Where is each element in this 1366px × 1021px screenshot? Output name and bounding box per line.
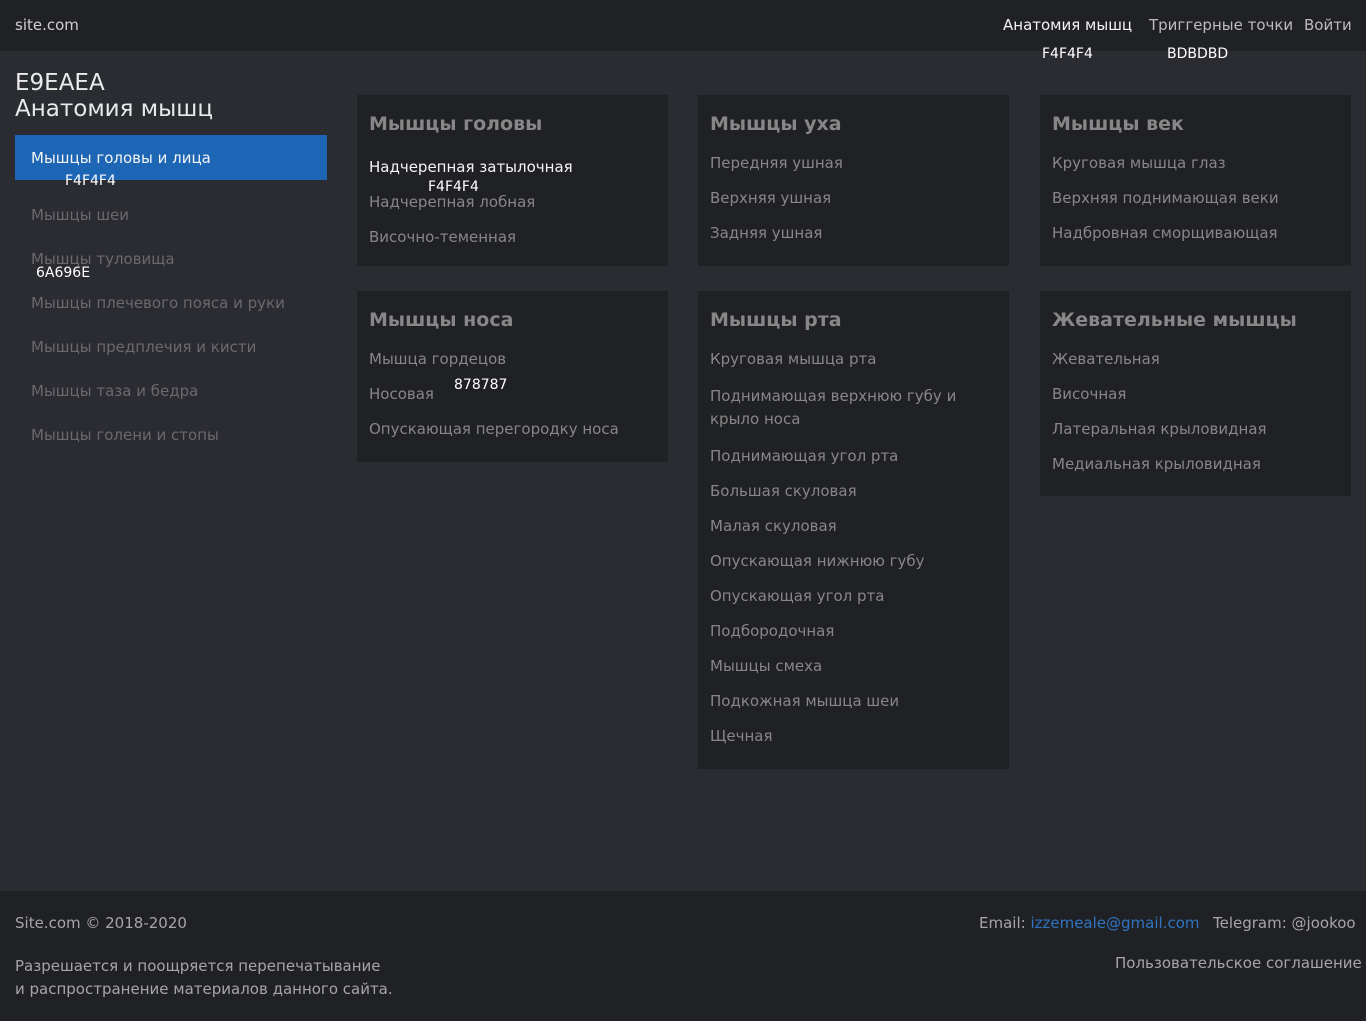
- color-annotation: F4F4F4: [1042, 46, 1093, 62]
- top-navbar: site.com Анатомия мышц Триггерные точки …: [0, 0, 1366, 51]
- nav-link-trigger-points[interactable]: Триггерные точки: [1149, 16, 1293, 34]
- card-title: Мышцы носа: [369, 309, 514, 331]
- footer-user-agreement-link[interactable]: Пользовательское соглашение: [1115, 954, 1362, 972]
- muscle-link[interactable]: Височная: [1052, 383, 1126, 406]
- muscle-link[interactable]: Верхняя ушная: [710, 187, 831, 210]
- muscle-link[interactable]: Поднимающая верхнюю губу и крыло носа: [710, 385, 1005, 431]
- muscle-card-ear: Мышцы уха Передняя ушная Верхняя ушная З…: [698, 95, 1009, 266]
- muscle-link[interactable]: Малая скуловая: [710, 515, 837, 538]
- muscle-link[interactable]: Носовая: [369, 383, 434, 406]
- muscle-link[interactable]: Круговая мышца глаз: [1052, 152, 1226, 175]
- nav-link-anatomy[interactable]: Анатомия мышц: [1003, 16, 1132, 34]
- color-annotation: BDBDBD: [1167, 46, 1229, 62]
- sidebar-item-shoulder-arm[interactable]: Мышцы плечевого пояса и руки: [31, 294, 285, 312]
- card-title: Мышцы рта: [710, 309, 842, 331]
- card-title: Жевательные мышцы: [1052, 309, 1297, 331]
- muscle-link[interactable]: Латеральная крыловидная: [1052, 418, 1267, 441]
- site-brand[interactable]: site.com: [15, 16, 79, 34]
- sidebar-item-neck[interactable]: Мышцы шеи: [31, 206, 129, 224]
- muscle-link[interactable]: Медиальная крыловидная: [1052, 453, 1261, 476]
- muscle-link[interactable]: Височно-теменная: [369, 226, 516, 249]
- color-annotation: F4F4F4: [428, 179, 479, 195]
- card-title: Мышцы головы: [369, 113, 543, 135]
- muscle-card-head: Мышцы головы Надчерепная затылочная Надч…: [357, 95, 668, 266]
- email-label: Email:: [979, 914, 1026, 932]
- muscle-card-nose: Мышцы носа Мышца гордецов Носовая Опуска…: [357, 291, 668, 462]
- footer-note: и распространение материалов данного сай…: [15, 980, 393, 998]
- sidebar-item-label: Мышцы головы и лица: [31, 149, 211, 167]
- footer-note: Разрешается и поощряется перепечатывание: [15, 957, 381, 975]
- muscle-link[interactable]: Большая скуловая: [710, 480, 857, 503]
- email-link[interactable]: izzemeale@gmail.com: [1030, 914, 1199, 932]
- sidebar-title-annotation: E9EAEA: [15, 70, 105, 96]
- muscle-link[interactable]: Мышца гордецов: [369, 348, 506, 371]
- muscle-link[interactable]: Передняя ушная: [710, 152, 843, 175]
- muscle-link[interactable]: Задняя ушная: [710, 222, 822, 245]
- color-annotation: 6A696E: [36, 265, 91, 281]
- sidebar-item-shin-foot[interactable]: Мышцы голени и стопы: [31, 426, 219, 444]
- muscle-link[interactable]: Надбровная сморщивающая: [1052, 222, 1278, 245]
- card-title: Мышцы уха: [710, 113, 842, 135]
- footer-email: Email: izzemeale@gmail.com: [979, 914, 1200, 932]
- muscle-card-mouth: Мышцы рта Круговая мышца рта Поднимающая…: [698, 291, 1009, 769]
- muscle-link[interactable]: Круговая мышца рта: [710, 348, 876, 371]
- sidebar-item-head-face[interactable]: Мышцы головы и лица: [15, 135, 327, 180]
- card-title: Мышцы век: [1052, 113, 1184, 135]
- muscle-card-eyelid: Мышцы век Круговая мышца глаз Верхняя по…: [1040, 95, 1351, 266]
- muscle-link[interactable]: Подкожная мышца шеи: [710, 690, 899, 713]
- muscle-link[interactable]: Щечная: [710, 725, 773, 748]
- muscle-link[interactable]: Опускающая угол рта: [710, 585, 884, 608]
- muscle-link[interactable]: Жевательная: [1052, 348, 1160, 371]
- sidebar-item-pelvis-thigh[interactable]: Мышцы таза и бедра: [31, 382, 198, 400]
- color-annotation: 878787: [454, 377, 508, 393]
- footer-copyright: Site.com © 2018-2020: [15, 914, 187, 932]
- color-annotation: F4F4F4: [65, 173, 116, 189]
- nav-link-login[interactable]: Войти: [1304, 16, 1352, 34]
- muscle-link[interactable]: Опускающая нижнюю губу: [710, 550, 925, 573]
- muscle-link[interactable]: Подбородочная: [710, 620, 834, 643]
- muscle-link[interactable]: Мышцы смеха: [710, 655, 822, 678]
- footer: Site.com © 2018-2020 Разрешается и поощр…: [0, 891, 1366, 1021]
- muscle-link[interactable]: Опускающая перегородку носа: [369, 418, 619, 441]
- muscle-card-masticatory: Жевательные мышцы Жевательная Височная Л…: [1040, 291, 1351, 496]
- muscle-link[interactable]: Верхняя поднимающая веки: [1052, 187, 1279, 210]
- muscle-link[interactable]: Надчерепная затылочная: [369, 156, 573, 179]
- footer-telegram[interactable]: Telegram: @jookoo: [1213, 914, 1356, 932]
- muscle-link[interactable]: Поднимающая угол рта: [710, 445, 898, 468]
- sidebar-title: Анатомия мышц: [15, 96, 213, 122]
- sidebar-item-forearm-hand[interactable]: Мышцы предплечия и кисти: [31, 338, 256, 356]
